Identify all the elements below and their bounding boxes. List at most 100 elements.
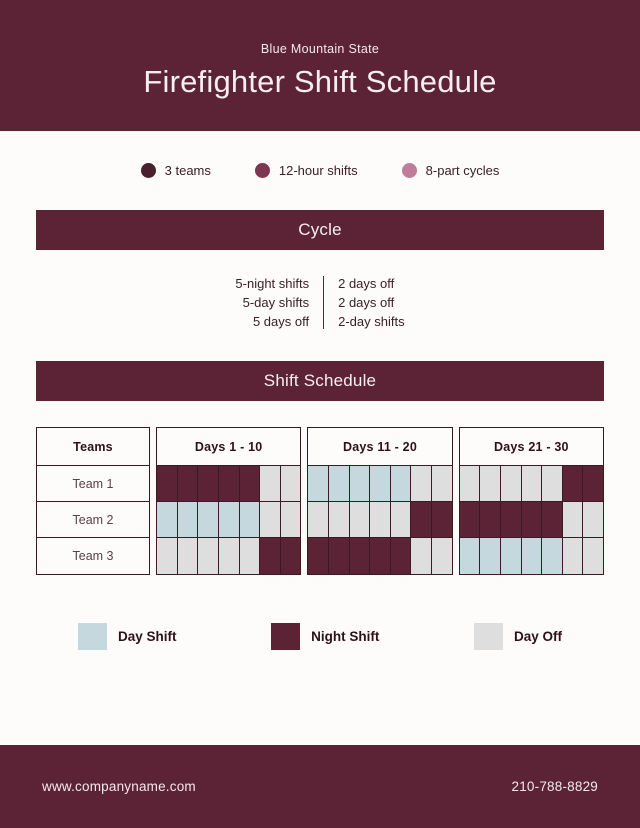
shift-cell-night (177, 466, 199, 502)
shift-cell-off (260, 466, 281, 502)
cycle-section-header: Cycle (36, 210, 604, 250)
schedule-section-header: Shift Schedule (36, 361, 604, 401)
schedule-row (459, 466, 604, 502)
shift-cell-night (260, 538, 281, 574)
schedule-row (308, 538, 452, 574)
cycle-left-line: 5 days off (252, 314, 310, 329)
legend-swatch-day (78, 623, 107, 650)
shift-cell-day (480, 538, 501, 574)
legend-item-day: Day Shift (78, 623, 177, 650)
shift-cell-day (198, 502, 219, 538)
page-header: Blue Mountain State Firefighter Shift Sc… (0, 0, 640, 131)
shift-cell-day (308, 466, 329, 502)
shift-cell-day (521, 538, 543, 574)
page-title: Firefighter Shift Schedule (143, 64, 497, 99)
shift-cell-off (349, 502, 371, 538)
shift-cell-off (542, 466, 563, 502)
legend-label-night: Night Shift (311, 629, 380, 644)
shift-cell-day (218, 502, 240, 538)
team-name-cell: Team 2 (37, 502, 149, 538)
shift-cell-night (562, 466, 584, 502)
schedule-row (157, 466, 301, 502)
shift-cell-night (370, 538, 391, 574)
highlight-item-0: 3 teams (140, 163, 211, 178)
footer-website[interactable]: www.companyname.com (42, 779, 196, 794)
schedule-section-title: Shift Schedule (263, 371, 377, 390)
shift-cell-night (198, 466, 219, 502)
schedule-row (459, 502, 604, 538)
shift-cell-off (583, 502, 604, 538)
shift-cell-night (328, 538, 350, 574)
shift-cell-off (218, 538, 240, 574)
cycle-right-line: 2 days off (338, 276, 395, 291)
shift-cell-off (390, 502, 412, 538)
shift-cell-night (308, 538, 329, 574)
day-range-header: Days 1 - 10 (157, 428, 301, 466)
highlight-item-1: 12-hour shifts (254, 163, 358, 178)
shift-cell-night (218, 466, 240, 502)
cycle-left-line: 5-day shifts (242, 295, 310, 310)
highlight-label: 12-hour shifts (278, 163, 358, 178)
shift-cell-night (157, 466, 178, 502)
shift-cell-day (349, 466, 371, 502)
day-range-block-1: Days 1 - 10 (156, 427, 302, 575)
shift-cell-off (308, 502, 329, 538)
poster-page: Blue Mountain State Firefighter Shift Sc… (0, 0, 640, 828)
shift-cell-night (480, 502, 501, 538)
shift-cell-night (280, 538, 301, 574)
shift-cell-day (542, 538, 563, 574)
cycle-right-line: 2-day shifts (338, 314, 405, 329)
team-name-cell: Team 1 (37, 466, 149, 502)
highlight-label: 8-part cycles (425, 163, 500, 178)
shift-cell-off (500, 466, 522, 502)
shift-cell-off (562, 538, 584, 574)
team-name-cell: Team 3 (72, 549, 114, 563)
shift-cell-off (280, 502, 301, 538)
shift-cell-night (583, 466, 604, 502)
page-footer: www.companyname.com 210-788-8829 (0, 745, 640, 828)
shift-type-legend: Day Shift Night Shift Day Off (0, 623, 640, 650)
shift-schedule-table: Teams Team 1 Team 2 Team 3 Days 1 - 10 Days… (36, 427, 604, 575)
footer-phone[interactable]: 210-788-8829 (512, 779, 598, 794)
shift-cell-day (459, 538, 481, 574)
shift-cell-day (177, 502, 199, 538)
teams-column-header: Teams (37, 428, 149, 466)
shift-cell-off (177, 538, 199, 574)
highlight-label: 3 teams (164, 163, 211, 178)
legend-item-off: Day Off (473, 623, 562, 650)
shift-cell-day (239, 502, 261, 538)
shift-cell-night (432, 502, 452, 538)
filled-circle-icon (401, 163, 417, 178)
day-range-header: Days 11 - 20 (308, 428, 452, 466)
cycle-section-title: Cycle (298, 220, 342, 239)
shift-cell-off (260, 502, 281, 538)
shift-cell-off (432, 466, 452, 502)
shift-cell-night (411, 502, 433, 538)
organization-name: Blue Mountain State (260, 42, 380, 56)
cycle-left-column: 5-night shifts 5-day shifts 5 days off (235, 276, 323, 329)
shift-cell-day (328, 466, 350, 502)
shift-cell-off (459, 466, 481, 502)
legend-swatch-off (473, 623, 503, 650)
shift-cell-off (157, 538, 178, 574)
shift-cell-night (542, 502, 563, 538)
shift-cell-day (500, 538, 522, 574)
highlights-row: 3 teams 12-hour shifts 8-part cycles (0, 163, 640, 178)
shift-cell-off (239, 538, 261, 574)
shift-cell-day (157, 502, 178, 538)
shift-cell-off (432, 538, 452, 574)
shift-cell-off (583, 538, 604, 574)
cycle-right-line: 2 days off (338, 295, 395, 310)
shift-cell-night (349, 538, 371, 574)
shift-cell-day (370, 466, 391, 502)
shift-cell-off (521, 466, 543, 502)
shift-cell-off (370, 502, 391, 538)
filled-circle-icon (140, 163, 156, 178)
day-range-header: Days 21 - 30 (459, 428, 603, 466)
shift-cell-day (390, 466, 412, 502)
filled-circle-icon (254, 163, 270, 178)
cycle-details: 5-night shifts 5-day shifts 5 days off 2 d… (0, 276, 640, 329)
shift-cell-off (480, 466, 501, 502)
shift-cell-off (562, 502, 584, 538)
schedule-row (308, 502, 452, 538)
